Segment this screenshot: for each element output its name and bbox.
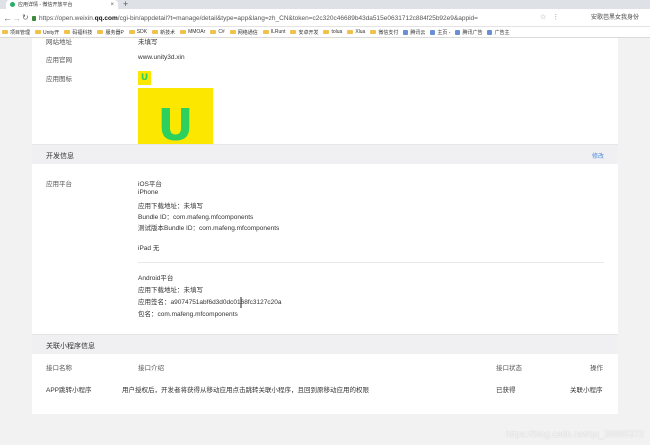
page-icon	[403, 29, 409, 35]
folder-icon	[152, 30, 159, 34]
bookmark-item[interactable]: 网络通信	[229, 29, 258, 36]
official-site-label: 应用官网	[46, 57, 72, 64]
android-package-name: 包名：com.mafeng.mfcomponents	[138, 311, 238, 318]
browser-toolbar: ← → ↻ https://open.weixin.qq.com/cgi-bin…	[0, 9, 650, 27]
page-icon	[455, 29, 461, 35]
bookmark-item[interactable]: 腾讯广告	[455, 29, 482, 36]
extension-button[interactable]: 安歌芭黑女我身份	[591, 12, 639, 24]
text-cursor-icon	[240, 297, 242, 308]
bookmark-star-icon[interactable]: ☆	[540, 12, 546, 24]
forward-arrow-icon[interactable]: →	[12, 12, 21, 24]
ipad-label: iPad 无	[138, 245, 160, 252]
col-header-action: 操作	[590, 365, 603, 372]
app-detail-panel: 网站地址 未填写 应用官网 www.unity3d.xin 应用图标 U U 开…	[32, 38, 618, 414]
page-icon	[430, 29, 436, 35]
watermark: https://blog.csdn.net/qq_39985372	[505, 429, 644, 439]
folder-icon	[262, 30, 269, 34]
link-mini-program-button[interactable]: 关联小程序	[570, 384, 603, 394]
edit-link[interactable]: 修改	[592, 151, 604, 160]
row-interface-name: APP跳转小程序	[46, 387, 92, 394]
folder-icon	[323, 30, 330, 34]
ios-bundle-id: Bundle ID：com.mafeng.mfcomponents	[138, 214, 254, 221]
bookmark-item[interactable]: Xlua	[347, 29, 365, 35]
bookmark-item[interactable]: ILRunt	[262, 29, 285, 35]
bookmark-item[interactable]: 腾讯云	[403, 29, 425, 36]
bookmark-item[interactable]: Unity开	[35, 29, 59, 36]
col-header-status: 接口状态	[496, 365, 522, 372]
url-text[interactable]: https://open.weixin.qq.com/cgi-bin/appde…	[39, 15, 552, 22]
dev-info-header: 开发信息 修改	[32, 144, 618, 164]
back-arrow-icon[interactable]: ←	[3, 12, 12, 24]
page-icon	[487, 29, 493, 35]
bookmark-item[interactable]: tolua	[323, 29, 342, 35]
folder-icon	[180, 30, 187, 34]
android-download-url: 应用下载地址：未填写	[138, 287, 203, 294]
wechat-favicon-icon	[10, 2, 15, 7]
app-icon-label: 应用图标	[46, 76, 72, 83]
folder-icon	[97, 30, 104, 34]
col-header-intro: 接口介绍	[138, 365, 164, 372]
android-platform-title: Android平台	[138, 275, 174, 282]
col-header-name: 接口名称	[46, 365, 72, 372]
address-bar-icons: ☆ ⋮	[540, 12, 559, 24]
folder-icon	[210, 30, 217, 34]
folder-icon	[35, 30, 42, 34]
folder-icon	[128, 30, 135, 34]
row-interface-intro: 用户授权后，开发者将获得从移动应用点击跳转关联小程序，且回到原移动应用的权限	[122, 387, 369, 394]
tab-close-icon[interactable]: ×	[110, 2, 114, 8]
bookmark-item[interactable]: 服务器P	[97, 29, 124, 36]
bookmark-item[interactable]: MMOAr	[180, 29, 205, 35]
lock-icon	[32, 15, 36, 21]
platform-divider	[138, 262, 604, 263]
extension-icon[interactable]: ⋮	[552, 12, 559, 24]
website-value: 未填写	[138, 39, 158, 46]
bookmark-item[interactable]: 新技术	[152, 29, 175, 36]
folder-icon	[229, 30, 236, 34]
folder-icon	[2, 30, 8, 34]
bookmark-item[interactable]: 安卓开发	[290, 29, 318, 36]
bookmark-item[interactable]: 微信支付	[370, 29, 398, 36]
platform-label: 应用平台	[46, 181, 72, 188]
folder-icon	[347, 30, 354, 34]
browser-tab-bar: 应用详情 - 微信开放平台 × +	[0, 0, 650, 9]
bookmark-item[interactable]: 码福科技	[64, 29, 92, 36]
bookmark-item[interactable]: 主页 -	[430, 29, 450, 36]
mini-program-title: 关联小程序信息	[46, 343, 95, 350]
ios-test-bundle-id: 测试版本Bundle ID：com.mafeng.mfcomponents	[138, 225, 280, 232]
website-label: 网站地址	[46, 39, 72, 46]
app-icon-small: U	[138, 71, 151, 85]
reload-icon[interactable]: ↻	[22, 12, 29, 24]
new-tab-button[interactable]: +	[123, 0, 128, 9]
address-bar[interactable]: https://open.weixin.qq.com/cgi-bin/appde…	[32, 12, 552, 24]
android-signature: 应用签名：a9074751abf6d3d0dc0168fc3127c20a	[138, 299, 282, 306]
row-interface-status: 已获得	[496, 387, 516, 394]
bookmark-item[interactable]: 项目管理	[2, 29, 30, 36]
ios-platform-title: iOS平台	[138, 181, 162, 188]
bookmark-item[interactable]: 广告主	[487, 29, 509, 36]
dev-info-title: 开发信息	[46, 153, 74, 160]
folder-icon	[290, 30, 297, 34]
official-site-value: www.unity3d.xin	[138, 54, 185, 61]
bookmark-item[interactable]: C#	[210, 29, 225, 35]
ios-download-url: 应用下载地址：未填写	[138, 203, 203, 210]
iphone-label: iPhone	[138, 189, 159, 196]
folder-icon	[64, 30, 71, 34]
bookmark-item[interactable]: SDK	[128, 29, 147, 35]
mini-program-header: 关联小程序信息	[32, 334, 618, 354]
bookmarks-bar: 项目管理 Unity开 码福科技 服务器P SDK 新技术 MMOAr C# 网…	[0, 27, 650, 38]
folder-icon	[370, 30, 377, 34]
tab-title: 应用详情 - 微信开放平台	[18, 2, 73, 8]
browser-tab[interactable]: 应用详情 - 微信开放平台 ×	[6, 0, 118, 9]
